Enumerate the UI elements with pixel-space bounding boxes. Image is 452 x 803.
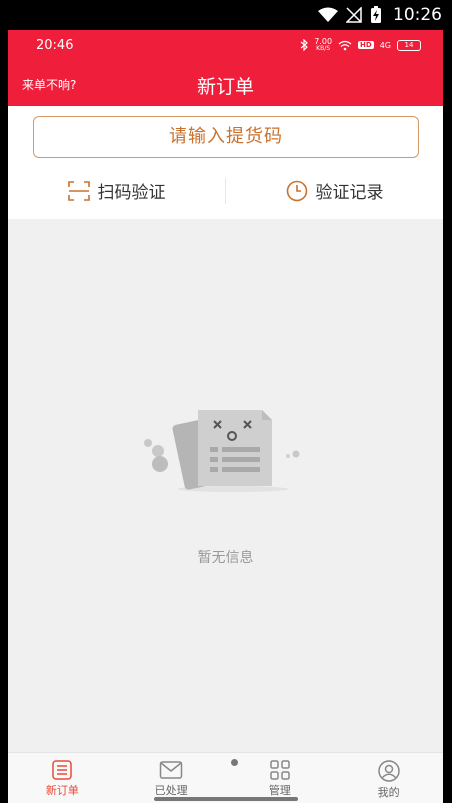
verify-records-label: 验证记录 — [315, 183, 384, 203]
verify-records-button[interactable]: 验证记录 — [226, 178, 443, 203]
gesture-bar[interactable] — [154, 797, 298, 801]
network-speed: 7.00 KB/S — [314, 37, 333, 53]
user-icon — [377, 760, 400, 782]
scan-verify-label: 扫码验证 — [97, 183, 166, 203]
mail-icon — [159, 761, 183, 779]
verify-actions: 扫码验证 验证记录 — [8, 168, 443, 213]
clock-icon — [286, 180, 307, 201]
hd-badge: HD — [358, 41, 374, 49]
tab-label: 新订单 — [45, 784, 79, 797]
pickup-panel: 请输入提货码 扫码验证 验证记录 — [8, 106, 443, 219]
tab-label: 管理 — [268, 784, 291, 797]
tab-processed[interactable]: 已处理 — [117, 753, 226, 803]
list-icon — [52, 760, 73, 780]
scan-verify-button[interactable]: 扫码验证 — [8, 178, 225, 203]
system-clock: 10:26 — [393, 5, 442, 25]
wifi-icon — [318, 7, 338, 22]
system-status-icons — [318, 6, 382, 24]
header: 20:46 7.00 KB/S HD 4G 14 来单不响? 新订单 — [8, 30, 443, 106]
battery-charging-icon — [371, 6, 381, 23]
grid-icon — [270, 760, 290, 780]
empty-document-icon — [144, 410, 300, 492]
system-status-bar: 10:26 — [0, 0, 452, 30]
battery-indicator: 14 — [397, 39, 421, 51]
inner-status-time: 20:46 — [36, 38, 74, 53]
nav-indicator-dot — [231, 759, 238, 766]
tab-mine[interactable]: 我的 — [334, 753, 443, 803]
app-screen: 20:46 7.00 KB/S HD 4G 14 来单不响? 新订单 请输入提货… — [8, 30, 443, 803]
no-signal-icon — [346, 7, 362, 23]
tab-manage[interactable]: 管理 — [226, 753, 335, 803]
empty-state-text: 暂无信息 — [197, 550, 254, 566]
tab-new-orders[interactable]: 新订单 — [8, 753, 117, 803]
bottom-tab-bar: 新订单 已处理 管理 我的 — [8, 752, 443, 803]
scan-icon — [67, 180, 90, 201]
wifi-icon-small — [338, 40, 352, 50]
tab-label: 我的 — [377, 786, 400, 799]
bluetooth-icon — [300, 39, 309, 51]
network-type: 4G — [379, 40, 391, 50]
pickup-code-input[interactable]: 请输入提货码 — [33, 116, 419, 158]
inner-status-icons: 7.00 KB/S HD 4G 14 — [300, 38, 421, 52]
page-title: 新订单 — [196, 76, 254, 98]
empty-state: 暂无信息 — [8, 219, 443, 752]
tab-label: 已处理 — [154, 784, 188, 797]
